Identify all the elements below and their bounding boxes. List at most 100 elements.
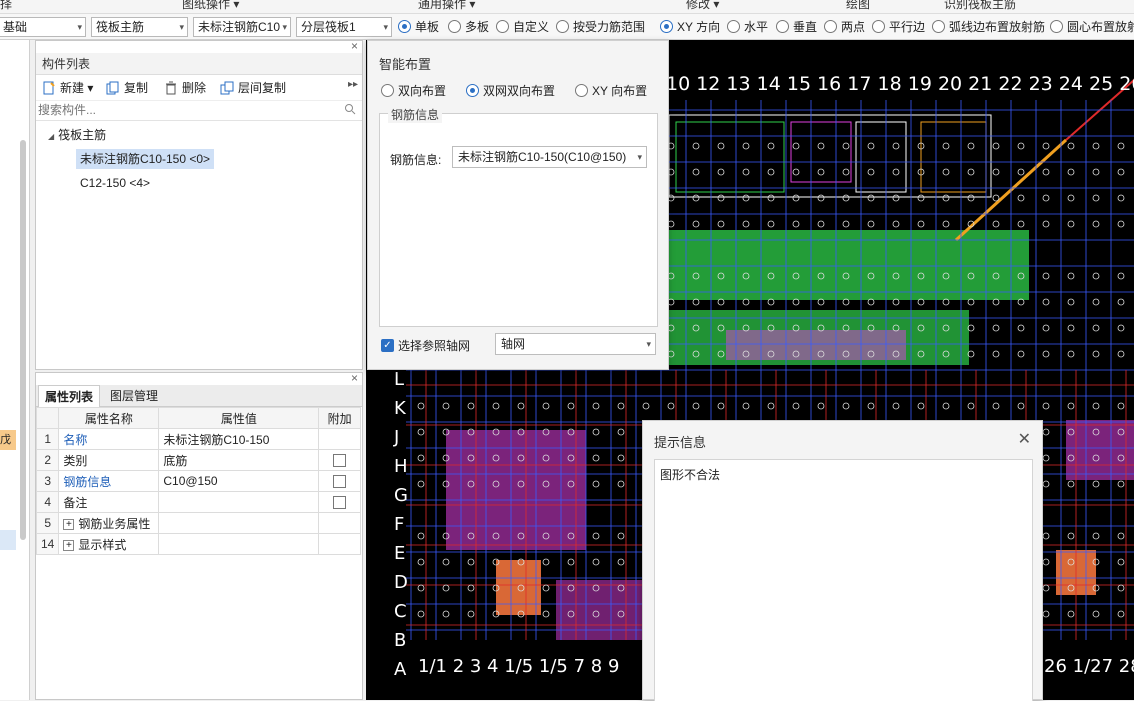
pile-marker xyxy=(467,584,475,592)
copy-button[interactable]: 复制 xyxy=(106,79,148,97)
pile-marker xyxy=(617,532,625,540)
radio-bidirectional[interactable]: 双向布置 xyxy=(381,83,446,99)
ribbon-label-identify[interactable]: 识别筏板主筋 xyxy=(944,0,1016,12)
table-row[interactable]: 4 备注 xyxy=(35,491,361,513)
search-icon[interactable] xyxy=(344,103,356,115)
new-button[interactable]: 新建 ▾ xyxy=(42,79,93,97)
bottom-axis-labels: 1/1 2 3 4 1/5 1/5 7 8 9 xyxy=(418,656,619,677)
rebar-info-select[interactable]: 未标注钢筋C10-150(C10@150) xyxy=(452,146,647,168)
radio-by-stress-range[interactable]: 按受力筋范围 xyxy=(556,19,645,35)
radio-dot xyxy=(466,84,479,97)
tree-root[interactable]: ◢ 筏板主筋 xyxy=(48,125,106,145)
pile-marker xyxy=(967,402,975,410)
table-row[interactable]: 5 + 钢筋业务属性 xyxy=(35,512,361,534)
pile-marker xyxy=(1117,324,1125,332)
radio-single-slab[interactable]: 单板 xyxy=(398,19,439,35)
pile-marker xyxy=(642,402,650,410)
radio-xy-direction[interactable]: XY 方向 xyxy=(660,19,720,35)
overflow-icon[interactable]: ▸▸ xyxy=(348,79,358,90)
dialog-title: 智能布置 xyxy=(379,57,432,72)
pile-marker xyxy=(992,324,1000,332)
table-row[interactable]: 14 + 显示样式 xyxy=(35,533,361,555)
top-axis-labels: 10 12 13 14 15 16 17 18 19 20 21 22 23 2… xyxy=(666,73,1134,95)
ribbon-label-draw[interactable]: 绘图 xyxy=(846,0,870,12)
ribbon-label-drawing-ops[interactable]: 图纸操作 ▾ xyxy=(182,0,239,12)
slab-region-magenta xyxy=(726,330,906,360)
layer-select[interactable]: 分层筏板1 xyxy=(296,17,392,37)
extra-checkbox[interactable] xyxy=(333,496,347,510)
ribbon-label-modify[interactable]: 修改 ▾ xyxy=(686,0,719,12)
radio-double-net[interactable]: 双网双向布置 xyxy=(466,83,555,99)
radio-multi-slab[interactable]: 多板 xyxy=(448,19,489,35)
table-row[interactable]: 2 类别 底筋 xyxy=(35,449,361,471)
pile-marker xyxy=(1017,142,1025,150)
pile-marker xyxy=(1042,610,1050,618)
radio-xy-layout[interactable]: XY 向布置 xyxy=(575,83,647,99)
radio-vertical[interactable]: 垂直 xyxy=(776,19,817,35)
hint-message: 图形不合法 xyxy=(654,459,1033,701)
component-select[interactable]: 未标注钢筋C10 xyxy=(193,17,291,37)
pile-marker xyxy=(417,558,425,566)
row-value[interactable]: 底筋 xyxy=(158,449,320,471)
close-icon[interactable]: ✕ xyxy=(1018,429,1031,449)
radio-horizontal[interactable]: 水平 xyxy=(727,19,768,35)
radio-center-radial[interactable]: 圆心布置放射 xyxy=(1050,19,1134,35)
left-axis-label: J xyxy=(393,427,399,448)
radio-dot xyxy=(398,20,411,33)
tab-attribute-list[interactable]: 属性列表 xyxy=(38,385,101,407)
radio-label: 两点 xyxy=(841,20,866,34)
table-row[interactable]: 1 名称 未标注钢筋C10-150 xyxy=(35,428,361,450)
component-type-select[interactable]: 筏板主筋 xyxy=(91,17,188,37)
pile-marker xyxy=(1117,142,1125,150)
table-row[interactable]: 3 钢筋信息 C10@150 xyxy=(35,470,361,492)
pile-marker xyxy=(542,610,550,618)
ribbon-label-common-ops[interactable]: 通用操作 ▾ xyxy=(418,0,475,12)
left-axis-label: K xyxy=(394,398,407,419)
pile-marker xyxy=(442,610,450,618)
search-input[interactable] xyxy=(36,101,336,119)
pile-marker xyxy=(992,350,1000,358)
pile-marker xyxy=(892,402,900,410)
close-icon[interactable]: × xyxy=(351,371,358,385)
pile-marker xyxy=(1042,350,1050,358)
pile-marker xyxy=(1042,194,1050,202)
axis-reference-checkbox[interactable]: ✓ 选择参照轴网 xyxy=(381,338,470,354)
tab-layer-manage[interactable]: 图层管理 xyxy=(104,385,164,407)
radio-two-points[interactable]: 两点 xyxy=(824,19,865,35)
pile-marker xyxy=(1067,350,1075,358)
pile-marker xyxy=(1042,168,1050,176)
pile-marker xyxy=(1117,480,1125,488)
axis-grid-select[interactable]: 轴网 xyxy=(495,333,656,355)
expand-icon[interactable]: + xyxy=(63,518,75,530)
pile-marker xyxy=(1067,220,1075,228)
radio-arc-radial[interactable]: 弧线边布置放射筋 xyxy=(932,19,1045,35)
row-value[interactable]: 未标注钢筋C10-150 xyxy=(158,428,320,450)
row-value[interactable] xyxy=(158,491,320,513)
delete-button[interactable]: 删除 xyxy=(164,79,206,97)
extra-checkbox[interactable] xyxy=(333,454,347,468)
collapse-icon[interactable]: ◢ xyxy=(48,132,54,141)
pile-marker xyxy=(1017,220,1025,228)
ribbon-label-select[interactable]: 择 xyxy=(0,0,12,12)
floor-copy-button[interactable]: 层间复制 xyxy=(220,79,286,97)
bottom-axis-labels-right: 26 1/27 28 xyxy=(1044,656,1134,677)
nav-scrollbar[interactable] xyxy=(20,140,26,540)
radio-dot xyxy=(824,20,837,33)
nav-tag[interactable]: 戊用 xyxy=(0,430,16,450)
expand-icon[interactable]: + xyxy=(63,539,75,551)
left-axis-label: A xyxy=(394,659,407,680)
radio-custom[interactable]: 自定义 xyxy=(496,19,549,35)
close-icon[interactable]: × xyxy=(351,39,358,53)
left-axis-label: H xyxy=(394,456,408,477)
extra-checkbox[interactable] xyxy=(333,475,347,489)
tree-item[interactable]: 未标注钢筋C10-150 <0> xyxy=(76,149,215,169)
radio-parallel-edge[interactable]: 平行边 xyxy=(872,19,925,35)
tree-item[interactable]: C12-150 <4> xyxy=(80,173,150,193)
pile-marker xyxy=(742,402,750,410)
pile-marker xyxy=(717,220,725,228)
nav-selected-row[interactable] xyxy=(0,530,16,550)
floor-type-select[interactable]: 基础 xyxy=(0,17,86,37)
search-box xyxy=(36,101,362,121)
row-value[interactable]: C10@150 xyxy=(158,470,320,492)
drawing-detail-frame xyxy=(668,114,992,198)
